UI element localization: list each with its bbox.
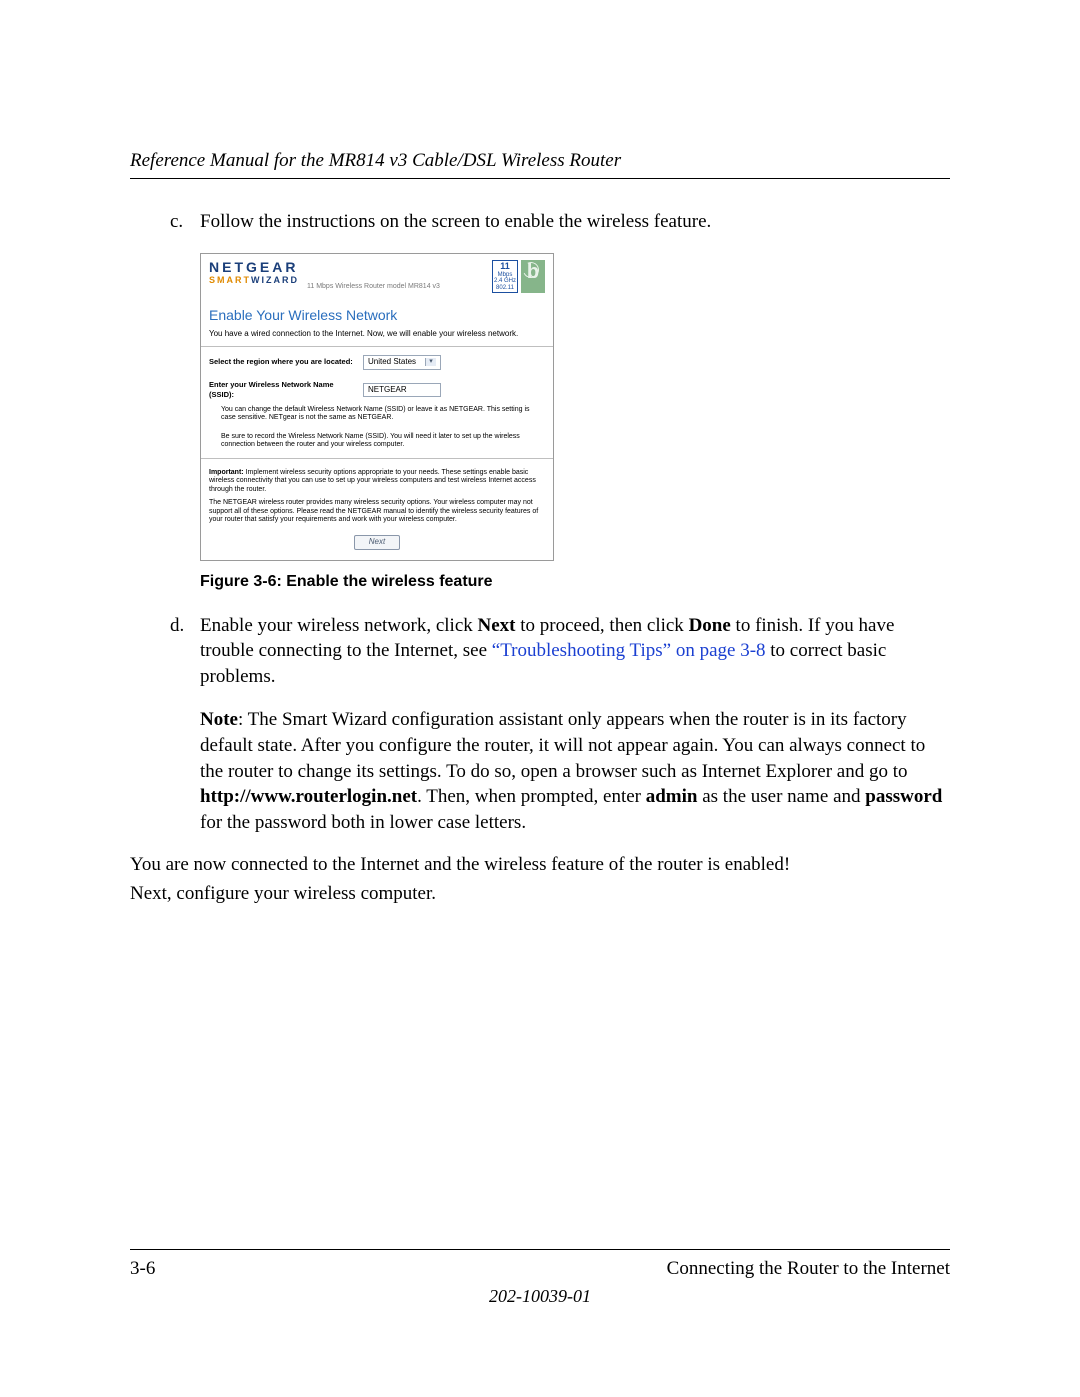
- brand-wizard: WIZARD: [251, 275, 299, 285]
- wizard-intro: You have a wired connection to the Inter…: [201, 329, 553, 346]
- step-d-marker: d.: [170, 613, 200, 690]
- closing-1: You are now connected to the Internet an…: [130, 852, 950, 878]
- wizard-important-2: The NETGEAR wireless router provides man…: [201, 499, 553, 529]
- page-footer: 3-6 Connecting the Router to the Interne…: [130, 1249, 950, 1307]
- wizard-note-1: You can change the default Wireless Netw…: [201, 402, 553, 425]
- brand-logo: NETGEAR: [209, 260, 299, 274]
- step-d: d. Enable your wireless network, click N…: [170, 613, 950, 690]
- wifi-badge-11: 11 Mbps 2.4 GHz 802.11: [492, 260, 518, 294]
- step-d-text: Enable your wireless network, click Next…: [200, 613, 950, 690]
- region-select[interactable]: United States ▾: [363, 355, 441, 370]
- wizard-important-1: Important: Implement wireless security o…: [201, 465, 553, 499]
- chevron-down-icon: ▾: [425, 358, 436, 366]
- figure-caption: Figure 3-6: Enable the wireless feature: [200, 571, 950, 593]
- region-label: Select the region where you are located:: [209, 357, 357, 367]
- wizard-heading: Enable Your Wireless Network: [201, 298, 553, 329]
- ssid-input[interactable]: NETGEAR: [363, 383, 441, 398]
- next-button[interactable]: Next: [354, 535, 400, 550]
- ssid-value: NETGEAR: [368, 385, 407, 396]
- ssid-label: Enter your Wireless Network Name (SSID):: [209, 380, 357, 400]
- region-value: United States: [368, 357, 416, 368]
- section-title: Connecting the Router to the Internet: [667, 1258, 950, 1280]
- wizard-screenshot: NETGEAR SMARTWIZARD 11 Mbps Wireless Rou…: [200, 253, 554, 561]
- doc-number: 202-10039-01: [130, 1286, 950, 1307]
- running-header: Reference Manual for the MR814 v3 Cable/…: [130, 150, 950, 179]
- page-number: 3-6: [130, 1258, 155, 1280]
- troubleshooting-link[interactable]: “Troubleshooting Tips” on page 3-8: [492, 640, 766, 661]
- model-line: 11 Mbps Wireless Router model MR814 v3: [307, 282, 492, 293]
- closing-2: Next, configure your wireless computer.: [130, 881, 950, 907]
- step-c-marker: c.: [170, 209, 200, 235]
- wifi-badge-b: b: [521, 260, 545, 294]
- note-paragraph: Note: The Smart Wizard configuration ass…: [200, 707, 950, 835]
- step-c: c. Follow the instructions on the screen…: [170, 209, 950, 235]
- step-c-text: Follow the instructions on the screen to…: [200, 209, 950, 235]
- figure-3-6: NETGEAR SMARTWIZARD 11 Mbps Wireless Rou…: [200, 253, 950, 593]
- wizard-note-2: Be sure to record the Wireless Network N…: [201, 429, 553, 452]
- brand-smart: SMART: [209, 275, 251, 285]
